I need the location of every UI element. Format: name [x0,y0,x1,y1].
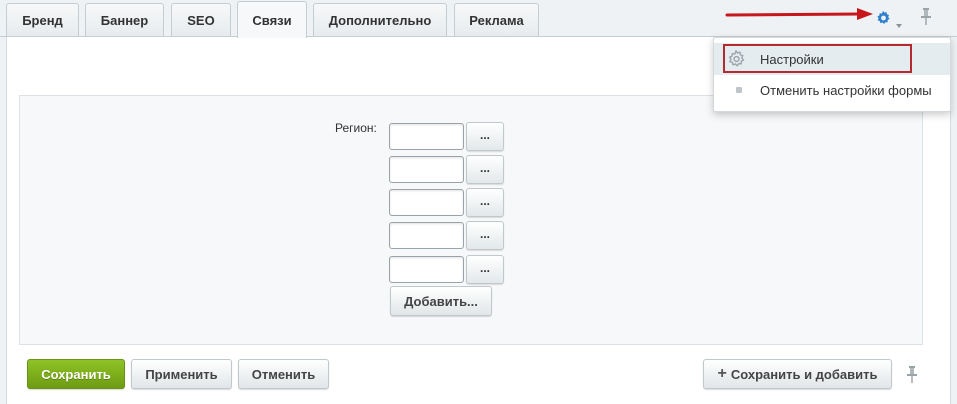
pin-icon[interactable] [920,8,932,28]
region-input[interactable] [389,189,464,216]
add-region-label: Добавить... [404,293,478,309]
region-input[interactable] [389,222,464,249]
region-select-button[interactable]: ... [466,188,504,217]
apply-label: Применить [145,366,218,382]
save-and-add-label: Сохранить и добавить [730,366,878,382]
pin-icon[interactable] [906,366,918,386]
apply-button[interactable]: Применить [131,359,232,389]
tab-label: Реклама [469,13,524,28]
tab-brand[interactable]: Бренд [6,3,79,37]
gear-icon[interactable] [875,10,891,29]
tab-banner[interactable]: Баннер [85,3,164,37]
dots-label: ... [479,193,490,208]
add-region-button[interactable]: Добавить... [390,286,492,316]
cancel-button[interactable]: Отменить [238,359,329,389]
chevron-down-icon[interactable] [896,16,902,31]
tab-label: Бренд [22,13,63,28]
tab-label: Баннер [100,13,149,28]
dots-label: ... [479,226,490,241]
region-select-button[interactable]: ... [466,255,504,284]
dots-label: ... [479,160,490,175]
tab-additional[interactable]: Дополнительно [313,3,447,37]
region-select-button[interactable]: ... [466,122,504,151]
highlight-box [723,44,912,73]
save-label: Сохранить [41,366,111,382]
tab-links[interactable]: Связи [237,1,307,38]
region-input[interactable] [389,156,464,183]
menu-item-reset-form-settings[interactable]: Отменить настройки формы [714,74,950,106]
dots-label: ... [479,127,490,142]
tab-label: SEO [187,13,215,28]
bullet-icon [736,87,742,93]
region-select-button[interactable]: ... [466,155,504,184]
region-select-button[interactable]: ... [466,221,504,250]
save-button[interactable]: Сохранить [27,359,125,389]
tab-label: Связи [252,12,292,28]
save-and-add-button[interactable]: + Сохранить и добавить [703,359,892,389]
cancel-label: Отменить [251,366,316,382]
menu-item-label: Отменить настройки формы [760,82,932,98]
dots-label: ... [479,260,490,275]
tab-seo[interactable]: SEO [171,3,231,37]
region-label: Регион: [335,121,377,135]
region-input[interactable] [389,256,464,283]
arrow-annotation-icon [725,8,873,20]
tab-label: Дополнительно [328,13,432,28]
tab-advertising[interactable]: Реклама [454,3,539,37]
plus-icon: + [717,365,727,382]
region-input[interactable] [389,123,464,150]
